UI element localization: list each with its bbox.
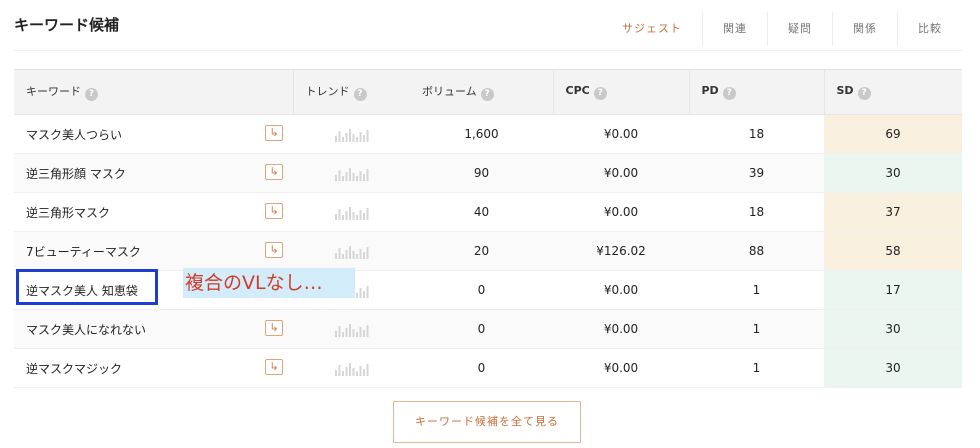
table-row: 7ビューティーマスク ↳ 20 ¥126.02 88 58	[14, 231, 962, 271]
help-icon[interactable]: ?	[722, 87, 736, 100]
volume-cell: 40	[410, 192, 553, 232]
cpc-cell: ¥0.00	[553, 153, 689, 193]
sd-cell: 69	[824, 114, 962, 154]
add-keyword-arrow-icon[interactable]: ↳	[265, 125, 283, 141]
table-header-row: キーワード? トレンド? ボリューム? CPC? PD? SD?	[14, 69, 962, 115]
trend-cell	[293, 231, 410, 271]
sd-cell: 58	[824, 231, 962, 271]
sd-cell: 30	[824, 309, 962, 349]
keyword-cell: 7ビューティーマスク ↳	[14, 231, 293, 271]
sd-cell: 17	[824, 270, 962, 310]
tab-bar: サジェスト 関連 疑問 関係 比較	[602, 12, 962, 46]
keyword-cell: 逆三角形顔 マスク ↳	[14, 153, 293, 193]
add-keyword-arrow-icon[interactable]: ↳	[265, 359, 283, 375]
table-row: マスク美人つらい ↳ 1,600 ¥0.00 18 69	[14, 114, 962, 154]
trend-cell	[293, 192, 410, 232]
keyword-text[interactable]: 7ビューティーマスク	[26, 245, 141, 259]
pd-cell: 1	[689, 348, 824, 388]
tab-questions[interactable]: 疑問	[767, 12, 832, 46]
cpc-cell: ¥0.00	[553, 270, 689, 310]
tab-suggest[interactable]: サジェスト	[602, 12, 702, 46]
help-icon[interactable]: ?	[857, 87, 871, 100]
table-row: マスク美人になれない ↳ 0 ¥0.00 1 30	[14, 309, 962, 349]
panel-title: キーワード候補	[14, 16, 120, 34]
table-row: 逆マスクマジック ↳ 0 ¥0.00 1 30	[14, 348, 962, 388]
cpc-cell: ¥0.00	[553, 348, 689, 388]
add-keyword-arrow-icon[interactable]: ↳	[265, 203, 283, 219]
trend-sparkline-icon	[335, 129, 369, 142]
add-keyword-arrow-icon[interactable]: ↳	[265, 320, 283, 336]
help-icon[interactable]: ?	[480, 88, 494, 101]
header-divider	[14, 50, 962, 51]
volume-cell: 90	[410, 153, 553, 193]
keyword-cell: マスク美人つらい ↳	[14, 114, 293, 154]
pd-cell: 88	[689, 231, 824, 271]
keyword-text[interactable]: 逆三角形顔 マスク	[26, 167, 126, 181]
header-pd[interactable]: PD?	[688, 69, 824, 115]
help-icon[interactable]: ?	[85, 88, 98, 101]
help-icon[interactable]: ?	[353, 88, 367, 101]
keyword-table: キーワード? トレンド? ボリューム? CPC? PD? SD? マスク美人つら…	[14, 69, 962, 388]
header-trend[interactable]: トレンド?	[292, 69, 410, 115]
volume-cell: 20	[410, 231, 553, 271]
annotation-note: 複合のVLなし…	[183, 268, 355, 298]
trend-cell	[293, 309, 410, 349]
pd-cell: 1	[689, 309, 824, 349]
cpc-cell: ¥0.00	[553, 114, 689, 154]
pd-cell: 1	[689, 270, 824, 310]
trend-sparkline-icon	[335, 363, 369, 376]
sd-cell: 30	[824, 153, 962, 193]
header-volume[interactable]: ボリューム?	[410, 69, 553, 115]
pd-cell: 18	[689, 192, 824, 232]
table-row: 逆三角形顔 マスク ↳ 90 ¥0.00 39 30	[14, 153, 962, 193]
cpc-cell: ¥0.00	[553, 309, 689, 349]
trend-sparkline-icon	[335, 168, 369, 181]
view-all-keywords-button[interactable]: キーワード候補を全て見る	[393, 401, 581, 443]
keyword-cell: 逆三角形マスク ↳	[14, 192, 293, 232]
keyword-text[interactable]: マスク美人になれない	[26, 323, 146, 337]
table-row: 逆三角形マスク ↳ 40 ¥0.00 18 37	[14, 192, 962, 232]
keyword-cell: 逆マスクマジック ↳	[14, 348, 293, 388]
tab-relations[interactable]: 関係	[832, 12, 897, 46]
trend-sparkline-icon	[335, 324, 369, 337]
keyword-cell: マスク美人になれない ↳	[14, 309, 293, 349]
header-sd[interactable]: SD?	[823, 69, 962, 115]
help-icon[interactable]: ?	[593, 87, 607, 100]
volume-cell: 1,600	[410, 114, 553, 154]
highlight-box	[16, 269, 158, 305]
pd-cell: 18	[689, 114, 824, 154]
keyword-text[interactable]: 逆マスクマジック	[26, 362, 122, 376]
tab-comparison[interactable]: 比較	[897, 12, 962, 46]
trend-cell	[293, 348, 410, 388]
trend-cell	[293, 153, 410, 193]
add-keyword-arrow-icon[interactable]: ↳	[265, 242, 283, 258]
tab-related[interactable]: 関連	[702, 12, 767, 46]
keyword-text[interactable]: 逆三角形マスク	[26, 206, 110, 220]
trend-cell	[293, 114, 410, 154]
keyword-text[interactable]: マスク美人つらい	[26, 128, 122, 142]
trend-sparkline-icon	[335, 246, 369, 259]
pd-cell: 39	[689, 153, 824, 193]
volume-cell: 0	[410, 309, 553, 349]
volume-cell: 0	[410, 348, 553, 388]
add-keyword-arrow-icon[interactable]: ↳	[265, 164, 283, 180]
cpc-cell: ¥126.02	[553, 231, 689, 271]
volume-cell: 0	[410, 270, 553, 310]
sd-cell: 37	[824, 192, 962, 232]
trend-sparkline-icon	[335, 207, 369, 220]
sd-cell: 30	[824, 348, 962, 388]
header-keyword[interactable]: キーワード?	[14, 69, 293, 115]
cpc-cell: ¥0.00	[553, 192, 689, 232]
header-cpc[interactable]: CPC?	[552, 69, 689, 115]
